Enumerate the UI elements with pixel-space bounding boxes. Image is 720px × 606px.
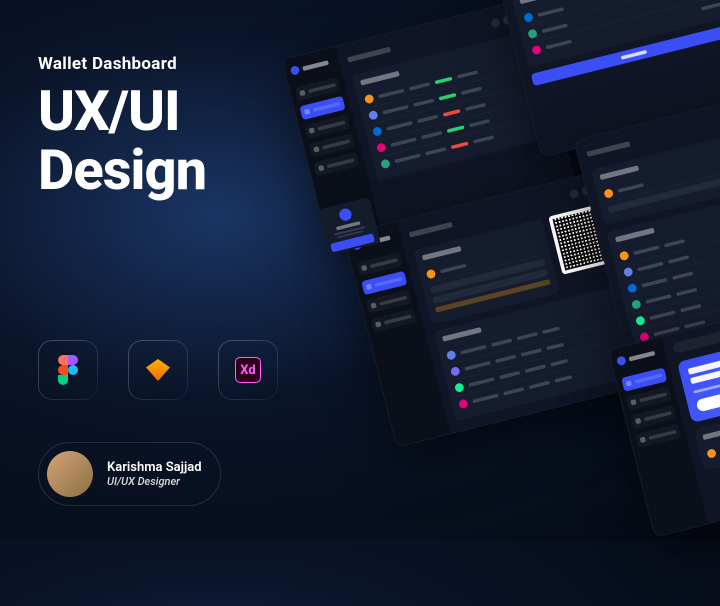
sketch-icon <box>128 340 188 400</box>
hero-cta-button[interactable] <box>696 391 720 413</box>
author-role: UI/UX Designer <box>107 475 202 488</box>
dashboard-mockups <box>281 0 720 606</box>
main-title: UX/UI Design <box>38 82 206 200</box>
title-line-1: UX/UI <box>38 82 206 141</box>
deposit-title <box>422 246 462 261</box>
author-profile: Karishma Sajjad UI/UX Designer <box>38 442 221 506</box>
subtitle: Wallet Dashboard <box>38 54 206 74</box>
help-icon <box>338 207 353 222</box>
figma-icon <box>38 340 98 400</box>
author-name: Karishma Sajjad <box>107 460 202 475</box>
sidebar-item-referral[interactable] <box>313 152 359 176</box>
market-title <box>360 71 400 86</box>
tool-icons: Xd <box>38 340 278 400</box>
avatar <box>47 451 93 497</box>
brand-logo <box>616 347 661 366</box>
title-line-2: Design <box>38 141 206 200</box>
sidebar-item-setting[interactable] <box>635 424 681 448</box>
adobe-xd-icon: Xd <box>218 340 278 400</box>
brand-logo <box>290 57 335 76</box>
